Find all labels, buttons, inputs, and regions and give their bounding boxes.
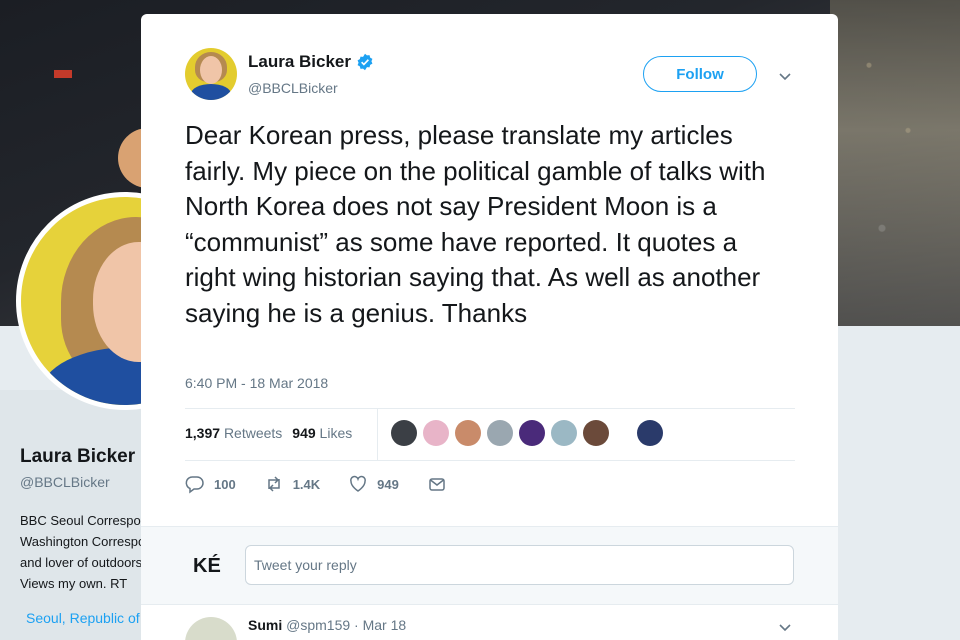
banner-light bbox=[54, 70, 72, 78]
reply-item[interactable]: Sumi @spm159 · Mar 18 bbox=[141, 604, 838, 640]
likes-count: 949 bbox=[292, 425, 316, 441]
likes-stat[interactable]: 949 Likes bbox=[292, 425, 352, 441]
tweet-text: Dear Korean press, please translate my a… bbox=[185, 120, 766, 328]
envelope-icon bbox=[429, 478, 445, 491]
tweet-actions: 100 1.4K 949 bbox=[185, 474, 475, 494]
reply-date[interactable]: · Mar 18 bbox=[354, 617, 406, 633]
liker-avatar[interactable] bbox=[455, 420, 481, 446]
reply-meta: Sumi @spm159 · Mar 18 bbox=[248, 617, 406, 633]
like-count: 949 bbox=[377, 476, 399, 492]
tweet-header: Laura Bicker @BBCLBicker bbox=[185, 48, 374, 100]
retweets-stat[interactable]: 1,397 Retweets bbox=[185, 425, 282, 441]
follow-button[interactable]: Follow bbox=[643, 56, 757, 92]
current-user-avatar[interactable]: KÉ bbox=[193, 555, 221, 578]
author-name[interactable]: Laura Bicker bbox=[248, 52, 351, 72]
reply-author-name[interactable]: Sumi bbox=[248, 617, 282, 633]
chevron-down-icon[interactable] bbox=[777, 619, 793, 635]
message-action[interactable] bbox=[427, 474, 447, 494]
banner-city-lights bbox=[830, 0, 960, 326]
heart-icon bbox=[350, 475, 367, 492]
chevron-down-icon[interactable] bbox=[777, 68, 793, 84]
profile-location[interactable]: Seoul, Republic of Korea bbox=[20, 610, 141, 626]
bio-line: Washington Correspondent bbox=[20, 534, 141, 549]
divider bbox=[185, 460, 795, 461]
retweet-count: 1.4K bbox=[292, 476, 321, 492]
reply-action[interactable]: 100 bbox=[185, 474, 236, 494]
reply-count: 100 bbox=[214, 476, 236, 492]
liker-avatar[interactable] bbox=[423, 420, 449, 446]
liker-avatar[interactable] bbox=[519, 420, 545, 446]
retweet-icon bbox=[267, 476, 280, 492]
liker-avatar[interactable] bbox=[391, 420, 417, 446]
author-name-row[interactable]: Laura Bicker bbox=[248, 52, 374, 72]
profile-name[interactable]: Laura Bicker bbox=[20, 446, 141, 468]
bio-line: and lover of outdoors bbox=[20, 555, 141, 570]
liker-avatar[interactable] bbox=[637, 420, 663, 446]
liker-avatar[interactable] bbox=[551, 420, 577, 446]
liker-avatar[interactable] bbox=[583, 420, 609, 446]
profile-bio: BBC Seoul Correspondent Washington Corre… bbox=[20, 510, 141, 594]
bio-line: Views my own. RT bbox=[20, 576, 128, 591]
reply-author-handle: @spm159 bbox=[286, 617, 351, 633]
location-text: Seoul, Republic of Korea bbox=[26, 610, 141, 626]
retweets-label: Retweets bbox=[223, 425, 283, 441]
retweet-action[interactable]: 1.4K bbox=[264, 474, 320, 494]
reply-avatar[interactable] bbox=[185, 617, 237, 640]
bio-line: BBC Seoul Correspondent bbox=[20, 513, 141, 528]
likes-label: Likes bbox=[319, 425, 353, 441]
reply-input[interactable] bbox=[245, 545, 794, 585]
author-avatar[interactable] bbox=[185, 48, 237, 100]
divider bbox=[185, 408, 795, 409]
reply-composer: KÉ bbox=[141, 526, 838, 604]
liker-avatars bbox=[391, 420, 663, 446]
reply-icon bbox=[185, 476, 204, 494]
author-handle: @BBCLBicker bbox=[248, 80, 338, 96]
retweets-count: 1,397 bbox=[185, 425, 221, 441]
tweet-modal: Laura Bicker @BBCLBicker Follow Dear Kor… bbox=[141, 14, 838, 640]
tweet-timestamp[interactable]: 6:40 PM - 18 Mar 2018 bbox=[185, 375, 328, 391]
like-action[interactable]: 949 bbox=[348, 474, 399, 494]
tweet-stats: 1,397 Retweets 949 Likes bbox=[185, 425, 352, 441]
liker-avatar[interactable] bbox=[487, 420, 513, 446]
stats-separator bbox=[377, 408, 378, 460]
profile-handle: @BBCLBicker bbox=[20, 474, 110, 490]
verified-badge-icon bbox=[357, 53, 373, 71]
